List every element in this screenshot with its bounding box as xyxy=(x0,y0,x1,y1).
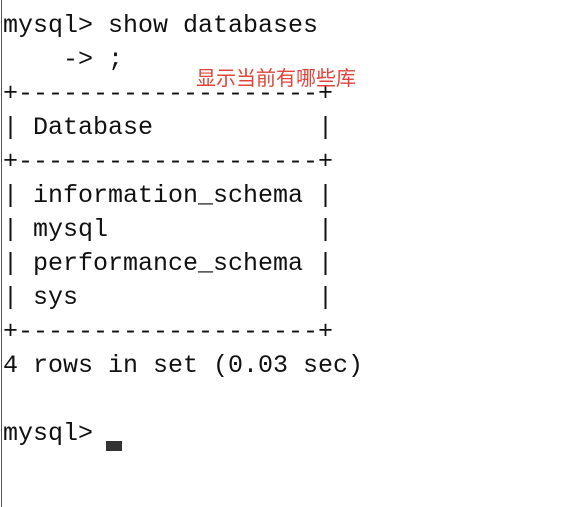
text-cursor xyxy=(106,441,122,451)
terminal-window[interactable]: mysql> show databases -> ; +------------… xyxy=(0,0,563,507)
table-row: | performance_schema | xyxy=(3,249,334,278)
table-header: | Database | xyxy=(3,113,334,142)
mysql-prompt[interactable]: mysql> xyxy=(3,417,108,451)
annotation-note: 显示当前有哪些库 xyxy=(196,66,356,90)
table-row: | information_schema | xyxy=(3,181,334,210)
table-border-bottom: +--------------------+ xyxy=(3,317,334,346)
continuation-line: -> ; xyxy=(3,45,124,74)
table-row: | sys | xyxy=(3,283,334,312)
table-row: | mysql | xyxy=(3,215,334,244)
window-left-border xyxy=(1,0,2,507)
table-border-mid: +--------------------+ xyxy=(3,147,334,176)
result-summary: 4 rows in set (0.03 sec) xyxy=(3,351,364,380)
command-line: mysql> show databases xyxy=(3,11,319,40)
